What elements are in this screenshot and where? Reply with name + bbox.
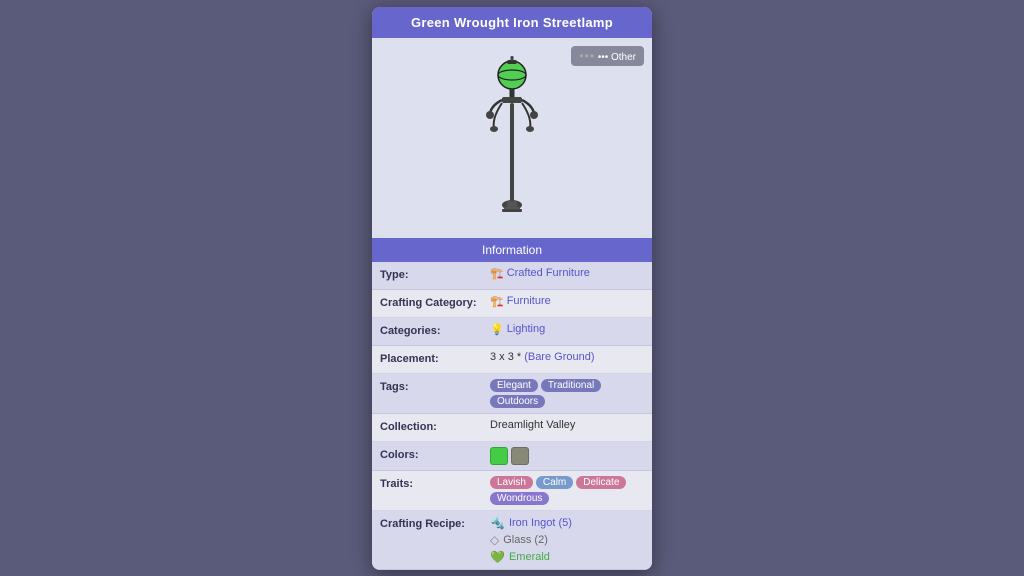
trait-wondrous[interactable]: Wondrous <box>490 492 549 505</box>
placement-value: 3 x 3 * (Bare Ground) <box>490 351 644 363</box>
other-badge: ••• ••• Other <box>571 46 644 66</box>
colors-row: Colors: <box>372 442 652 471</box>
type-row: Type: 🏗️ Crafted Furniture <box>372 262 652 290</box>
item-panel: Green Wrought Iron Streetlamp ••• ••• Ot… <box>372 7 652 570</box>
recipe-iron-ingot: 🔩 Iron Ingot (5) <box>490 516 644 530</box>
lighting-icon: 💡 <box>490 323 504 336</box>
emerald-icon: 💚 <box>490 550 505 564</box>
crafting-category-label: Crafting Category: <box>380 295 490 309</box>
iron-ingot-link[interactable]: Iron Ingot (5) <box>509 517 572 529</box>
crafting-category-value: 🏗️ Furniture <box>490 295 644 308</box>
iron-ingot-icon: 🔩 <box>490 516 505 530</box>
placement-row: Placement: 3 x 3 * (Bare Ground) <box>372 346 652 374</box>
color-swatch-gray <box>511 447 529 465</box>
glass-link[interactable]: Glass (2) <box>503 534 548 546</box>
item-title: Green Wrought Iron Streetlamp <box>411 15 613 30</box>
crafting-category-link[interactable]: 🏗️ Furniture <box>490 295 551 308</box>
colors-label: Colors: <box>380 447 490 461</box>
crafting-recipe-value: 🔩 Iron Ingot (5) ◇ Glass (2) 💚 Emerald <box>490 516 644 564</box>
tags-row: Tags: Elegant Traditional Outdoors <box>372 374 652 414</box>
tag-traditional[interactable]: Traditional <box>541 379 601 392</box>
placement-ground: (Bare Ground) <box>524 351 594 363</box>
collection-label: Collection: <box>380 419 490 433</box>
crafting-recipe-label: Crafting Recipe: <box>380 516 490 530</box>
crafting-recipe-row: Crafting Recipe: 🔩 Iron Ingot (5) ◇ Glas… <box>372 511 652 570</box>
trait-delicate[interactable]: Delicate <box>576 476 626 489</box>
traits-value: Lavish Calm Delicate Wondrous <box>490 476 644 505</box>
title-bar: Green Wrought Iron Streetlamp <box>372 7 652 38</box>
color-swatch-green <box>490 447 508 465</box>
crafted-furniture-icon: 🏗️ <box>490 267 504 280</box>
tags-label: Tags: <box>380 379 490 393</box>
trait-lavish[interactable]: Lavish <box>490 476 533 489</box>
recipe-glass: ◇ Glass (2) <box>490 533 644 547</box>
traits-row: Traits: Lavish Calm Delicate Wondrous <box>372 471 652 511</box>
furniture-icon: 🏗️ <box>490 295 504 308</box>
dots-icon: ••• <box>579 49 595 63</box>
item-image <box>472 53 552 223</box>
placement-size: 3 x 3 * <box>490 351 521 363</box>
tags-value: Elegant Traditional Outdoors <box>490 379 644 408</box>
categories-label: Categories: <box>380 323 490 337</box>
traits-label: Traits: <box>380 476 490 490</box>
trait-calm[interactable]: Calm <box>536 476 573 489</box>
tag-outdoors[interactable]: Outdoors <box>490 395 545 408</box>
collection-row: Collection: Dreamlight Valley <box>372 414 652 442</box>
type-label: Type: <box>380 267 490 281</box>
emerald-link[interactable]: Emerald <box>509 551 550 563</box>
badge-label: ••• Other <box>598 52 636 63</box>
categories-link[interactable]: 💡 Lighting <box>490 323 545 336</box>
info-header: Information <box>372 238 652 262</box>
info-label: Information <box>482 243 542 257</box>
tag-elegant[interactable]: Elegant <box>490 379 538 392</box>
crafting-category-row: Crafting Category: 🏗️ Furniture <box>372 290 652 318</box>
colors-value <box>490 447 644 465</box>
info-table: Type: 🏗️ Crafted Furniture Crafting Cate… <box>372 262 652 570</box>
categories-row: Categories: 💡 Lighting <box>372 318 652 346</box>
crafting-category-text: Furniture <box>507 295 551 307</box>
collection-text: Dreamlight Valley <box>490 419 575 431</box>
type-link[interactable]: 🏗️ Crafted Furniture <box>490 267 590 280</box>
categories-text: Lighting <box>507 323 546 335</box>
recipe-emerald: 💚 Emerald <box>490 550 644 564</box>
placement-label: Placement: <box>380 351 490 365</box>
categories-value: 💡 Lighting <box>490 323 644 336</box>
collection-value: Dreamlight Valley <box>490 419 644 431</box>
type-text: Crafted Furniture <box>507 267 590 279</box>
type-value: 🏗️ Crafted Furniture <box>490 267 644 280</box>
glass-icon: ◇ <box>490 533 499 547</box>
item-image-area: ••• ••• Other <box>372 38 652 238</box>
